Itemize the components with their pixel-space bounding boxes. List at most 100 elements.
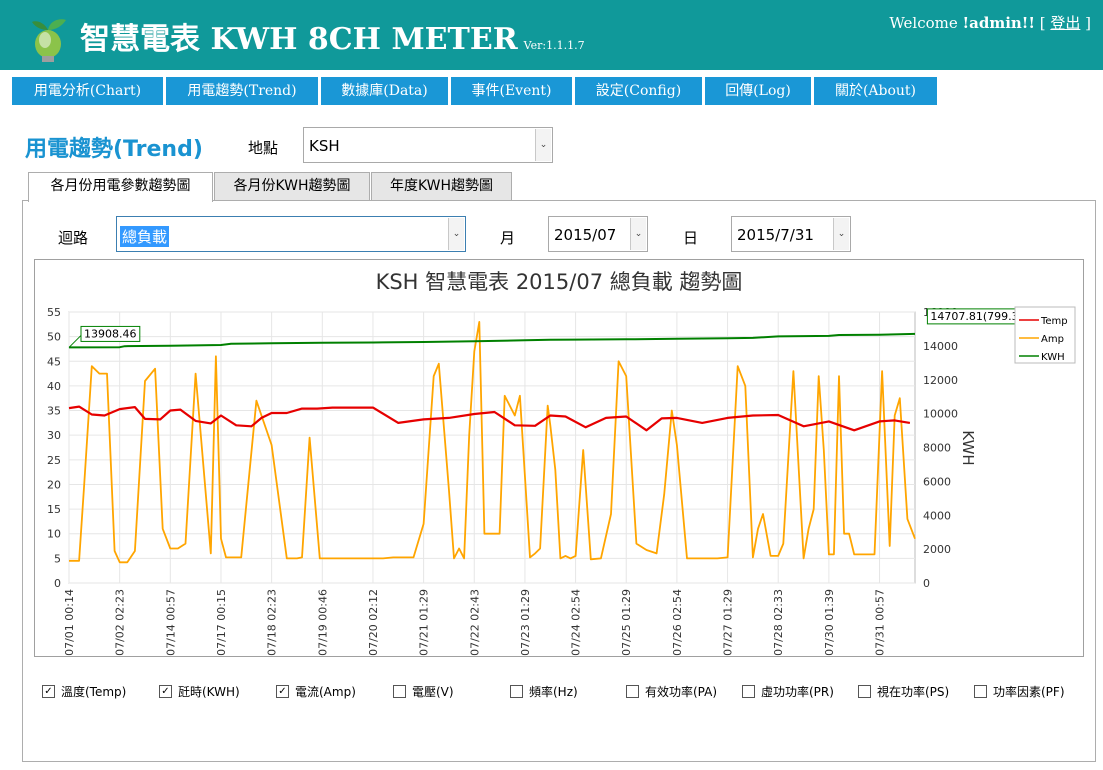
x-tick-label: 07/24 02:54 [570, 589, 583, 656]
chevron-down-icon[interactable]: ⌄ [448, 218, 464, 250]
y2-tick-label: 10000 [923, 408, 958, 421]
checkbox-4[interactable]: 頻率(Hz) [510, 683, 578, 700]
checkbox-7[interactable]: 視在功率(PS) [858, 683, 949, 700]
month-select[interactable]: 2015/07 ⌄ [548, 216, 648, 252]
y2-tick-label: 2000 [923, 543, 951, 556]
checkbox-6[interactable]: 虛功功率(PR) [742, 683, 834, 700]
checkbox-box[interactable] [742, 685, 755, 698]
checkbox-box[interactable]: ✓ [276, 685, 289, 698]
menu-log-button[interactable]: 回傳(Log) [705, 77, 811, 105]
annotation-leader [68, 335, 82, 348]
y-tick-label: 10 [47, 528, 61, 541]
lightbulb-leaf-logo-icon [32, 19, 66, 62]
x-tick-label: 07/17 00:15 [215, 589, 228, 656]
tab-yearly-kwh[interactable]: 年度KWH趨勢圖 [371, 172, 512, 201]
checkbox-label: 虛功功率(PR) [761, 685, 834, 699]
y2-axis-label: KWH [959, 430, 977, 465]
legend-label-temp: Temp [1040, 316, 1068, 327]
checkbox-0[interactable]: ✓ 溫度(Temp) [42, 683, 126, 700]
checkbox-5[interactable]: 有效功率(PA) [626, 683, 717, 700]
checkbox-box[interactable] [858, 685, 871, 698]
checkbox-box[interactable]: ✓ [42, 685, 55, 698]
chevron-down-icon[interactable]: ⌄ [535, 129, 551, 161]
x-tick-label: 07/20 02:12 [367, 589, 380, 656]
app-header: 智慧電表 KWH 8CH METER Ver:1.1.1.7 Welcome !a… [0, 0, 1103, 70]
checkbox-box[interactable] [974, 685, 987, 698]
x-tick-label: 07/22 02:43 [468, 589, 481, 656]
day-select[interactable]: 2015/7/31 ⌄ [731, 216, 851, 252]
y-tick-label: 20 [47, 478, 61, 491]
chevron-down-icon[interactable]: ⌄ [833, 218, 849, 250]
checkbox-box[interactable] [510, 685, 523, 698]
y-tick-label: 30 [47, 429, 61, 442]
checkbox-3[interactable]: 電壓(V) [393, 683, 454, 700]
month-label: 月 [500, 229, 516, 247]
month-select-value: 2015/07 [554, 226, 617, 244]
x-tick-label: 07/19 00:46 [316, 589, 329, 656]
page-title: 用電趨勢(Trend) [25, 137, 203, 162]
y-tick-label: 25 [47, 454, 61, 467]
series-checkboxes: ✓ 溫度(Temp) ✓ 瓩時(KWH) ✓ 電流(Amp) 電壓(V) 頻率(Hz) 有效功率… [42, 683, 1102, 701]
x-tick-label: 07/14 00:57 [164, 589, 177, 656]
y2-tick-label: 4000 [923, 509, 951, 522]
x-tick-label: 07/30 01:39 [823, 589, 836, 656]
y-tick-label: 45 [47, 355, 61, 368]
menu-config-button[interactable]: 設定(Config) [575, 77, 702, 105]
day-label: 日 [683, 229, 699, 247]
trend-chart: KSH 智慧電表 2015/07 總負載 趨勢圖 0 5 10 15 20 25 30 35 40… [34, 259, 1084, 657]
circuit-select-value: 總負載 [120, 226, 170, 247]
location-select-value: KSH [309, 137, 340, 155]
y2-tick-label: 14000 [923, 340, 958, 353]
y2-tick-label: 12000 [923, 374, 958, 387]
y-tick-label: 35 [47, 405, 61, 418]
legend-label-kwh: KWH [1041, 352, 1065, 363]
series-line-amp [69, 321, 916, 564]
y-tick-label: 0 [54, 577, 61, 590]
menu-chart-button[interactable]: 用電分析(Chart) [12, 77, 163, 105]
y-tick-label: 5 [54, 552, 61, 565]
main-menu: 用電分析(Chart) 用電趨勢(Trend) 數據庫(Data) 事件(Eve… [12, 77, 940, 105]
x-tick-label: 07/01 00:14 [63, 589, 76, 656]
tab-monthly-params[interactable]: 各月份用電參數趨勢圖 [28, 172, 213, 202]
checkbox-2[interactable]: ✓ 電流(Amp) [276, 683, 356, 700]
y2-tick-label: 6000 [923, 475, 951, 488]
series-line-kwh [68, 332, 916, 349]
x-tick-label: 07/27 01:29 [722, 589, 735, 656]
day-select-value: 2015/7/31 [737, 226, 814, 244]
username: !admin!! [962, 14, 1035, 32]
circuit-select[interactable]: 總負載 ⌄ [116, 216, 466, 252]
x-tick-label: 07/21 01:29 [418, 589, 431, 656]
checkbox-label: 視在功率(PS) [877, 685, 950, 699]
menu-data-button[interactable]: 數據庫(Data) [321, 77, 448, 105]
menu-event-button[interactable]: 事件(Event) [451, 77, 572, 105]
trend-chart-svg: KSH 智慧電表 2015/07 總負載 趨勢圖 0 5 10 15 20 25 30 35 40… [47, 270, 1076, 656]
checkbox-label: 電流(Amp) [295, 685, 356, 699]
location-label: 地點 [248, 139, 279, 157]
y2-tick-label: 0 [923, 577, 930, 590]
checkbox-1[interactable]: ✓ 瓩時(KWH) [159, 683, 240, 700]
chart-title: KSH 智慧電表 2015/07 總負載 趨勢圖 [376, 270, 743, 294]
chevron-down-icon[interactable]: ⌄ [630, 218, 646, 250]
y2-tick-label: 8000 [923, 442, 951, 455]
checkbox-box[interactable]: ✓ [159, 685, 172, 698]
checkbox-label: 有效功率(PA) [645, 685, 718, 699]
legend-label-amp: Amp [1041, 334, 1064, 345]
app-title: 智慧電表 KWH 8CH METER Ver:1.1.1.7 [80, 22, 585, 57]
menu-about-button[interactable]: 關於(About) [814, 77, 937, 105]
checkbox-box[interactable] [626, 685, 639, 698]
menu-trend-button[interactable]: 用電趨勢(Trend) [166, 77, 318, 105]
checkbox-label: 電壓(V) [412, 685, 454, 699]
logout-link[interactable]: 登出 [1050, 14, 1080, 32]
tab-monthly-kwh[interactable]: 各月份KWH趨勢圖 [214, 172, 370, 201]
x-tick-label: 07/26 02:54 [671, 589, 684, 656]
x-tick-label: 07/02 02:23 [114, 589, 127, 656]
checkbox-label: 瓩時(KWH) [178, 685, 240, 699]
checkbox-box[interactable] [393, 685, 406, 698]
y-tick-label: 55 [47, 306, 61, 319]
location-select[interactable]: KSH ⌄ [303, 127, 553, 163]
checkbox-8[interactable]: 功率因素(PF) [974, 683, 1065, 700]
annotation-start: 13908.46 [84, 327, 137, 340]
checkbox-label: 溫度(Temp) [61, 685, 127, 699]
welcome-text: Welcome !admin!! [ 登出 ] [889, 14, 1091, 32]
app-version: Ver:1.1.1.7 [523, 39, 585, 52]
